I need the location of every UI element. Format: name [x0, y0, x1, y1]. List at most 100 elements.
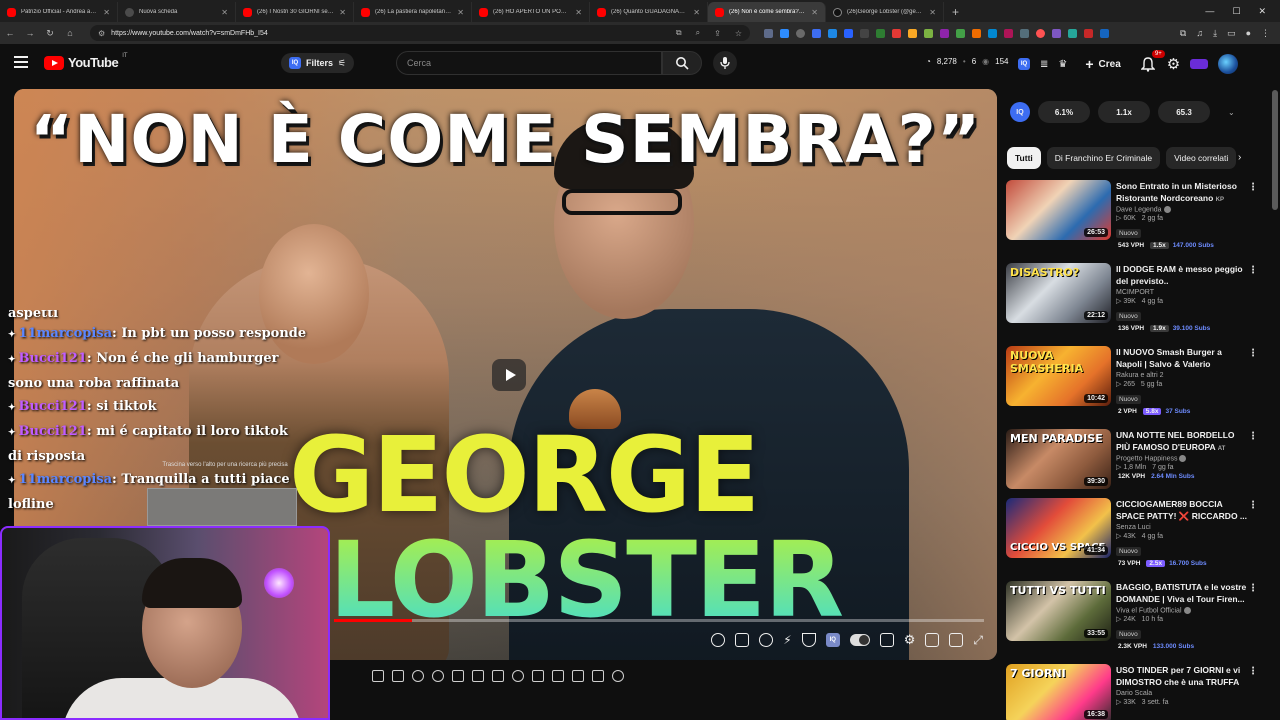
extension-icon[interactable]	[1036, 28, 1045, 38]
play-pause-overlay-button[interactable]	[492, 359, 526, 391]
channel-name[interactable]: Senza Luci	[1116, 524, 1248, 531]
screenshot-icon[interactable]	[372, 670, 384, 682]
extension-purple-icon[interactable]	[1190, 59, 1209, 69]
chip-channel[interactable]: Di Franchino Er Criminale	[1046, 147, 1161, 169]
extension-icon[interactable]	[876, 28, 885, 38]
extension-icon[interactable]	[1004, 28, 1013, 38]
extension-icon[interactable]	[780, 28, 789, 38]
video-title[interactable]: Il DODGE RAM è messo peggio del previsto…	[1116, 263, 1248, 287]
close-window-icon[interactable]: ✕	[1258, 6, 1266, 17]
list-icon[interactable]: ≣	[1040, 59, 1048, 70]
youtube-logo[interactable]: YouTube IT	[44, 53, 128, 70]
more-options-icon[interactable]: ⋮	[1248, 666, 1258, 677]
close-tab-icon[interactable]: ✕	[103, 8, 110, 17]
document-icon[interactable]	[492, 670, 504, 682]
browser-tab[interactable]: (26) I Nostri 30 GIORNI senza C✕	[236, 2, 354, 22]
close-tab-icon[interactable]: ✕	[929, 8, 936, 17]
channel-name[interactable]: Progetto Happiness	[1116, 455, 1248, 462]
recommendation-item[interactable]: DISASTRO? 22:12 Il DODGE RAM è messo pegg…	[1006, 263, 1262, 332]
iq-extension-icon[interactable]: IQ	[1018, 58, 1030, 70]
zoom-icon[interactable]: ⌕	[696, 28, 700, 38]
search-input[interactable]	[407, 58, 661, 68]
account-avatar[interactable]	[1218, 54, 1239, 74]
extension-icon[interactable]	[1068, 28, 1077, 38]
more-options-icon[interactable]: ⋮	[1248, 265, 1258, 276]
address-bar[interactable]: ⚙ https://www.youtube.com/watch?v=smDmFH…	[90, 25, 750, 41]
home-icon[interactable]: ⌂	[60, 28, 80, 38]
channel-name[interactable]: Viva el Futbol Official	[1116, 607, 1248, 614]
extensions-puzzle-icon[interactable]: ⧉	[1180, 28, 1186, 39]
refresh-icon[interactable]	[612, 670, 624, 682]
menu-dots-icon[interactable]: ⋮	[1261, 28, 1270, 39]
extension-icon[interactable]	[1084, 28, 1093, 38]
fullscreen-icon[interactable]: ⤢	[973, 633, 983, 648]
extension-icon[interactable]	[1052, 28, 1061, 38]
channel-name[interactable]: Dave Legenda	[1116, 206, 1248, 213]
video-thumbnail[interactable]: TUTTI VS TUTTI 33:55	[1006, 581, 1111, 641]
extension-icon[interactable]	[940, 28, 949, 38]
profile-icon[interactable]: ●	[1246, 28, 1251, 38]
miniplayer-icon[interactable]	[735, 633, 750, 647]
download-icon[interactable]: ⤓	[1213, 28, 1217, 39]
cast-icon[interactable]	[949, 633, 964, 647]
browser-tab[interactable]: (26) Quanto GUADAGNANO gli ✕	[590, 2, 708, 22]
share-icon[interactable]: ⇪	[714, 29, 721, 38]
extension-icon[interactable]	[892, 28, 901, 38]
back-icon[interactable]: ←	[0, 28, 20, 38]
shield-icon[interactable]	[801, 633, 816, 647]
browser-tab[interactable]: Nuova scheda ✕	[118, 2, 236, 22]
video-thumbnail[interactable]: CICCIO VS SPACE 41:34	[1006, 498, 1111, 558]
hamburger-menu-icon[interactable]	[14, 56, 28, 68]
channel-name[interactable]: MCIMPORT	[1116, 289, 1248, 296]
video-thumbnail[interactable]: NUOVA SMASHERIA 10:42	[1006, 346, 1111, 406]
extension-icon[interactable]	[812, 28, 821, 38]
expand-icon[interactable]	[552, 670, 564, 682]
recommendation-item[interactable]: 7 GIORNI 16:38 USO TINDER per 7 GIORNI e …	[1006, 664, 1262, 720]
url-text[interactable]: https://www.youtube.com/watch?v=smDmFHb_…	[111, 30, 662, 37]
forward-icon[interactable]: →	[20, 28, 40, 38]
close-tab-icon[interactable]: ✕	[339, 8, 346, 17]
extension-icon[interactable]	[796, 28, 805, 38]
browser-tab[interactable]: (26) HO APERTO UN POP-UP C✕	[472, 2, 590, 22]
sidepanel-icon[interactable]: ▭	[1227, 28, 1236, 39]
subtitles-icon[interactable]	[879, 633, 894, 647]
close-tab-icon[interactable]: ✕	[221, 8, 228, 17]
extension-icon[interactable]	[1100, 28, 1109, 38]
video-title[interactable]: Il NUOVO Smash Burger a Napoli | Salvo &…	[1116, 346, 1248, 370]
more-options-icon[interactable]: ⋮	[1248, 182, 1258, 193]
lightning-icon[interactable]: ⚡	[783, 633, 791, 647]
new-tab-button[interactable]: +	[944, 2, 967, 22]
channel-name[interactable]: Dario Scala	[1116, 690, 1248, 697]
maximize-icon[interactable]: ☐	[1232, 6, 1240, 17]
browser-tab-active[interactable]: (26) Non è come sembra? GEO ✕	[708, 2, 826, 22]
settings-gear-icon[interactable]: ⚙	[1167, 55, 1180, 73]
aperture-icon[interactable]	[711, 633, 726, 647]
loop-icon[interactable]	[452, 670, 464, 682]
browser-tab[interactable]: Patrizio Official - Andrea amaro ✕	[0, 2, 118, 22]
minimize-icon[interactable]: —	[1205, 6, 1214, 16]
bookmark-star-icon[interactable]: ☆	[735, 29, 742, 38]
more-options-icon[interactable]: ⋮	[1248, 348, 1258, 359]
extension-icon[interactable]	[924, 28, 933, 38]
more-options-icon[interactable]: ⋮	[1248, 500, 1258, 511]
close-tab-icon[interactable]: ✕	[811, 8, 818, 17]
media-icon[interactable]: ♫	[1196, 28, 1203, 38]
page-scrollbar[interactable]	[1272, 90, 1278, 210]
video-title[interactable]: USO TINDER per 7 GIORNI e vi DIMOSTRO ch…	[1116, 664, 1248, 688]
browser-tab[interactable]: (26)George Lobster (@georgel ✕	[826, 2, 944, 22]
extension-icon[interactable]	[764, 28, 773, 38]
recommendation-item[interactable]: TUTTI VS TUTTI 33:55 BAGGIO, BATISTUTA e …	[1006, 581, 1262, 650]
iq-metrics-icon[interactable]: IQ	[1010, 102, 1030, 122]
chip-related[interactable]: Video correlati	[1166, 147, 1237, 169]
record-icon[interactable]	[759, 633, 774, 647]
file-icon[interactable]	[472, 670, 484, 682]
close-tab-icon[interactable]: ✕	[693, 8, 700, 17]
video-title[interactable]: BAGGIO, BATISTUTA e le vostre DOMANDE | …	[1116, 581, 1248, 605]
site-info-icon[interactable]: ⚙	[98, 29, 105, 38]
chip-tutti[interactable]: Tutti	[1007, 147, 1041, 169]
filters-button[interactable]: IQ Filters ⚟	[281, 53, 355, 73]
theater-mode-icon[interactable]	[925, 633, 940, 647]
voice-search-button[interactable]	[713, 51, 737, 75]
search-box[interactable]	[396, 51, 662, 75]
search-button[interactable]	[662, 51, 702, 75]
